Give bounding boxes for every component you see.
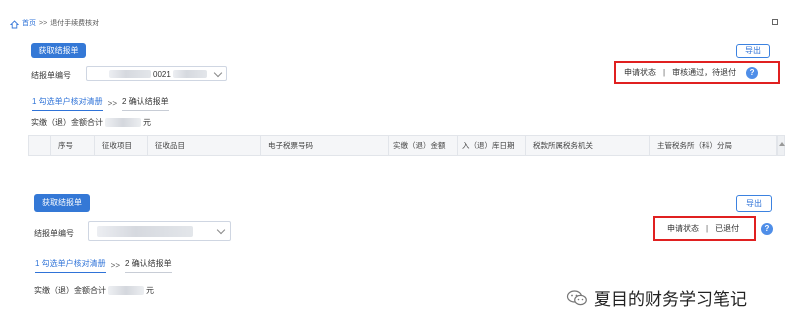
column-header bbox=[29, 136, 51, 155]
application-status: 申请状态 | 审核通过，待退付 ? bbox=[614, 61, 780, 84]
question-circle-icon[interactable]: ? bbox=[746, 66, 759, 79]
status-label: 申请状态 bbox=[667, 224, 699, 233]
step-1-tab[interactable]: 1 勾选单户核对清册 bbox=[35, 258, 106, 273]
column-header[interactable]: 税款所属税务机关 bbox=[526, 136, 650, 155]
column-header[interactable]: 序号 bbox=[51, 136, 95, 155]
table-header: 序号 征收项目 征收品目 电子税票号码 实缴（退）金额 入（退）库日期 税款所属… bbox=[28, 135, 777, 156]
settlement-number-label: 结报单编号 bbox=[34, 229, 74, 238]
status-divider: | bbox=[706, 224, 709, 233]
export-button[interactable]: 导出 bbox=[736, 195, 772, 212]
column-header[interactable]: 实缴（退）金额 bbox=[389, 136, 458, 155]
total-amount-label: 实缴（退）金额合计 bbox=[31, 118, 103, 127]
wechat-icon bbox=[566, 289, 588, 307]
breadcrumb-separator: >> bbox=[39, 20, 48, 27]
settlement-number-select[interactable] bbox=[88, 221, 231, 241]
scroll-up-icon[interactable] bbox=[779, 142, 785, 146]
home-icon[interactable] bbox=[10, 19, 19, 29]
step-indicator: 1 勾选单户核对清册 >> 2 确认结报单 bbox=[35, 258, 172, 273]
chevron-down-icon bbox=[213, 68, 223, 78]
redacted-value bbox=[109, 70, 151, 78]
settlement-number-value: 0021 bbox=[153, 70, 171, 79]
breadcrumb: 首页 >> 退付手续费核对 bbox=[10, 17, 99, 31]
export-button[interactable]: 导出 bbox=[736, 44, 770, 58]
column-header[interactable]: 电子税票号码 bbox=[261, 136, 389, 155]
breadcrumb-current: 退付手续费核对 bbox=[50, 20, 100, 27]
step-indicator: 1 勾选单户核对清册 >> 2 确认结报单 bbox=[32, 96, 169, 111]
total-amount: 实缴（退）金额合计 元 bbox=[34, 285, 154, 296]
status-label: 申请状态 bbox=[624, 68, 656, 77]
watermark-text: 夏目的财务学习笔记 bbox=[594, 290, 747, 309]
redacted-value bbox=[173, 70, 207, 78]
total-amount-unit: 元 bbox=[143, 118, 151, 127]
total-amount: 实缴（退）金额合计 元 bbox=[31, 117, 151, 128]
total-amount-unit: 元 bbox=[146, 286, 154, 295]
redacted-amount bbox=[108, 286, 144, 295]
status-divider: | bbox=[663, 68, 666, 77]
window-restore-button[interactable] bbox=[772, 19, 778, 25]
step-separator: >> bbox=[110, 261, 121, 270]
column-header[interactable]: 入（退）库日期 bbox=[458, 136, 526, 155]
redacted-amount bbox=[105, 118, 141, 127]
chevron-down-icon bbox=[216, 225, 226, 235]
question-circle-icon[interactable]: ? bbox=[761, 223, 773, 235]
step-separator: >> bbox=[107, 99, 118, 108]
step-1-tab[interactable]: 1 勾选单户核对清册 bbox=[32, 96, 103, 111]
status-value: 已退付 bbox=[715, 224, 740, 233]
column-header[interactable]: 征收项目 bbox=[95, 136, 148, 155]
total-amount-label: 实缴（退）金额合计 bbox=[34, 286, 106, 295]
column-header[interactable]: 征收品目 bbox=[148, 136, 261, 155]
fetch-settlement-button[interactable]: 获取结报单 bbox=[34, 194, 90, 212]
settlement-number-label: 结报单编号 bbox=[31, 71, 71, 80]
status-value: 审核通过，待退付 bbox=[672, 68, 737, 77]
watermark: 夏目的财务学习笔记 bbox=[566, 285, 747, 310]
fetch-settlement-button[interactable]: 获取结报单 bbox=[31, 43, 86, 58]
step-2-tab[interactable]: 2 确认结报单 bbox=[122, 96, 169, 111]
step-2-tab[interactable]: 2 确认结报单 bbox=[125, 258, 172, 273]
breadcrumb-home-link[interactable]: 首页 bbox=[22, 17, 36, 31]
redacted-value bbox=[97, 226, 193, 237]
application-status: 申请状态 | 已退付 bbox=[653, 216, 756, 241]
settlement-number-select[interactable]: 0021 bbox=[86, 66, 227, 81]
column-header[interactable]: 主管税务所（科）分局 bbox=[650, 136, 776, 155]
table-scrollbar[interactable] bbox=[777, 135, 785, 156]
